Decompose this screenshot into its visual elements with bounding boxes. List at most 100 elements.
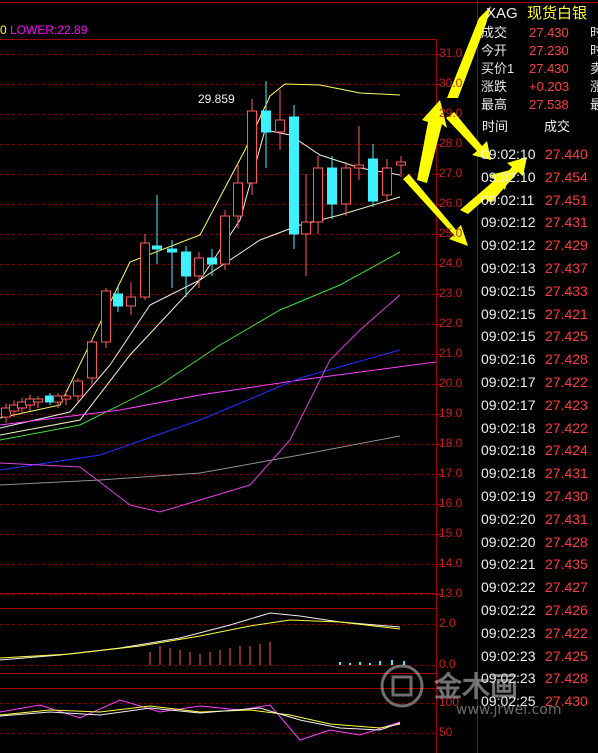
tick-time: 09:02:23	[481, 624, 536, 641]
price-tick-label: 22.0	[439, 316, 463, 330]
macd-dea-line	[0, 619, 401, 659]
upper-band-line	[0, 83, 401, 419]
quote-value: 27.430	[529, 25, 569, 40]
price-tick-label: 31.0	[439, 46, 463, 60]
candle-up	[126, 296, 136, 307]
tick-time: 09:02:10	[481, 168, 536, 185]
quote-value: 27.230	[529, 43, 569, 58]
symbol-code: XAG	[486, 5, 518, 22]
quote-label: 成交	[481, 25, 508, 40]
quote-side-label: 最	[590, 97, 598, 112]
annotation-arrows	[403, 6, 527, 246]
watermark-brand: 金木画	[433, 670, 518, 703]
kdj-d-line	[0, 705, 401, 729]
tick-time: 09:02:11	[481, 191, 535, 208]
price-tick-label: 29.0	[439, 106, 463, 120]
tick-time: 09:02:13	[481, 260, 536, 276]
candle-up	[341, 167, 351, 205]
price-tick-label: 16.0	[439, 496, 463, 510]
quote-label: 最高	[481, 97, 508, 112]
candle-up	[313, 167, 323, 223]
candle-down	[368, 158, 378, 202]
tick-price: 27.451	[545, 191, 588, 208]
moving-average-lines	[0, 83, 437, 513]
tick-time: 09:02:17	[481, 396, 536, 413]
tick-time: 09:02:15	[481, 328, 536, 345]
quote-label: 涨跌	[481, 79, 508, 94]
quote-side-label: 时	[590, 43, 598, 58]
price-tick-label: 13.0	[439, 586, 463, 600]
tick-price: 27.424	[545, 442, 588, 459]
candle-down	[207, 257, 217, 265]
candle-up	[301, 221, 311, 235]
tick-price: 27.428	[545, 351, 588, 368]
candle-up	[194, 257, 204, 277]
candle-up	[101, 290, 111, 343]
tick-time: 09:02:20	[481, 533, 536, 550]
quote-side-label: 时	[590, 25, 598, 40]
col-header-price: 成交	[544, 119, 571, 134]
macd-histogram	[0, 612, 405, 665]
macd-tick-label: 2.0	[439, 616, 456, 630]
tick-time: 09:02:12	[481, 214, 536, 231]
tick-time: 09:02:22	[481, 579, 536, 596]
tick-time: 09:02:15	[481, 305, 536, 322]
price-tick-label: 26.0	[439, 196, 463, 210]
candle-down	[327, 167, 337, 205]
lower-band-label: LOWER:22.89	[10, 23, 88, 37]
candle-down	[167, 248, 177, 253]
tick-time: 09:02:18	[481, 442, 536, 459]
tick-price: 27.435	[545, 556, 588, 573]
tick-price: 27.440	[545, 146, 588, 162]
ma30-line	[0, 349, 401, 471]
lower-band-line	[0, 294, 401, 513]
kdj-tick-label: 50	[439, 725, 453, 739]
brand-watermark-logo: 金木画 www.jrwei.com	[380, 664, 561, 718]
col-header-time: 时间	[482, 119, 509, 134]
tick-price: 27.426	[545, 602, 588, 618]
quote-value: +0.203	[529, 79, 570, 94]
candle-up	[33, 398, 43, 403]
candle-down	[113, 293, 123, 307]
quote-value: 27.538	[529, 97, 569, 112]
tick-price: 27.427	[545, 579, 588, 596]
candle-up	[140, 242, 150, 298]
candlesticks	[1, 81, 406, 423]
price-tick-label: 18.0	[439, 436, 463, 450]
peak-price-label: 29.859	[198, 92, 235, 106]
candle-up	[396, 161, 406, 166]
candle-up	[87, 341, 97, 379]
quote-value: 27.430	[529, 61, 569, 76]
tick-price: 27.428	[545, 533, 588, 550]
quote-side-label: 卖	[590, 61, 598, 76]
tick-time: 09:02:10	[481, 146, 536, 162]
price-tick-label: 28.0	[439, 136, 463, 150]
tick-time: 09:02:12	[481, 237, 536, 254]
price-tick-label: 20.0	[439, 376, 463, 390]
tick-time: 09:02:18	[481, 465, 536, 482]
price-tick-label: 14.0	[439, 556, 463, 570]
candle-down	[181, 251, 191, 277]
trading-terminal: 0 LOWER:22.89 29.859 31.0 30.0 29.0 28.0 27.…	[0, 0, 598, 753]
tick-price: 27.422	[545, 374, 588, 390]
watermark-url: www.jrwei.com	[456, 702, 561, 718]
tick-time: 09:02:21	[481, 556, 536, 573]
tick-time: 09:02:17	[481, 374, 536, 390]
tick-time: 09:02:16	[481, 351, 536, 368]
candle-up	[61, 395, 71, 400]
instrument-name: 现货白银	[527, 5, 588, 22]
price-tick-label: 27.0	[439, 166, 463, 180]
price-tick-label: 25.0	[439, 226, 463, 240]
tick-time: 09:02:18	[481, 419, 536, 436]
candle-down	[152, 245, 162, 250]
tick-price: 27.425	[545, 328, 588, 345]
candle-up	[354, 164, 364, 169]
candle-down	[261, 110, 271, 133]
tick-time: 09:02:15	[481, 282, 536, 299]
tick-price: 27.431	[545, 510, 588, 527]
price-tick-label: 21.0	[439, 346, 463, 360]
tick-time: 09:02:20	[481, 510, 536, 527]
price-tick-label: 30.0	[439, 76, 463, 90]
price-tick-label: 23.0	[439, 286, 463, 300]
tick-price: 27.422	[545, 419, 588, 436]
